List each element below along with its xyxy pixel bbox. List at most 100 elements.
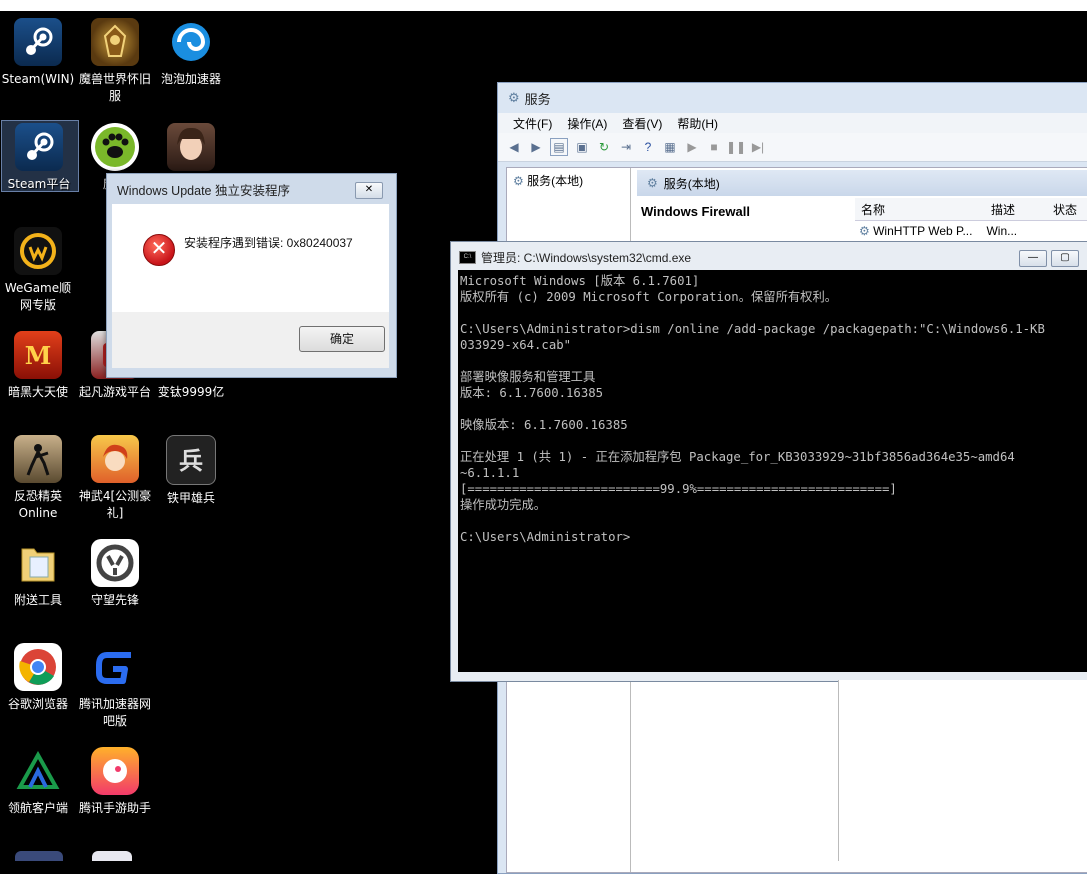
stop-icon[interactable]: ■	[706, 139, 722, 155]
services-titlebar[interactable]: ⚙ 服务	[498, 83, 1087, 113]
pause-icon[interactable]: ❚❚	[726, 139, 746, 155]
window-title: 管理员: C:\Windows\system32\cmd.exe	[481, 250, 692, 265]
panel-header: ⚙ 服务(本地)	[637, 170, 1087, 196]
desktop-icon-dark-archangel[interactable]: M 暗黑大天使	[0, 331, 76, 401]
maximize-button[interactable]: ▢	[1051, 250, 1079, 267]
desktop-icon-steam-platform[interactable]: Steam平台	[1, 120, 79, 193]
desktop-icon-wow-classic[interactable]: 魔兽世界怀旧服	[77, 18, 153, 105]
overwatch-icon	[91, 539, 139, 587]
tencent-accelerator-icon	[91, 643, 139, 691]
console-tree-icon[interactable]: ▤	[550, 138, 568, 156]
desktop-icon-chrome[interactable]: 谷歌浏览器	[0, 643, 76, 713]
menu-file[interactable]: 文件(F)	[513, 115, 552, 132]
desktop-icon-paopao[interactable]: 泡泡加速器	[153, 18, 229, 88]
desktop-icon-label: Steam平台	[7, 177, 71, 191]
wow-classic-icon	[91, 18, 139, 66]
console-line: C:\Users\Administrator>dism /online /add…	[460, 322, 1045, 336]
export-icon[interactable]: ⇥	[618, 139, 634, 155]
console-line: 操作成功完成。	[460, 498, 547, 512]
chrome-icon	[14, 643, 62, 691]
back-arrow-icon[interactable]: ◀	[506, 139, 522, 155]
desktop-icon-label: 守望先锋	[90, 593, 139, 607]
desktop-icon-label: WeGame顺网专版	[4, 281, 72, 312]
error-message: 安装程序遇到错误: 0x80240037	[184, 236, 353, 250]
cmd-titlebar[interactable]: C:\ 管理员: C:\Windows\system32\cmd.exe	[451, 242, 1087, 272]
column-status[interactable]: 状态	[1047, 201, 1077, 218]
console-line: 033929-x64.cab"	[460, 338, 572, 352]
desktop-icon-shenwu[interactable]: 神武4[公测豪礼]	[77, 435, 153, 522]
desktop-icon-label: 铁甲雄兵	[166, 491, 215, 505]
partial-icon	[15, 851, 63, 861]
restart-icon[interactable]: ▶|	[750, 139, 766, 155]
dialog-body: ✕ 安装程序遇到错误: 0x80240037	[112, 204, 389, 312]
toolbar: ◀ ▶ ▤ ▣ ↻ ⇥ ? ▦ ▶ ■ ❚❚ ▶|	[498, 133, 1087, 162]
dialog-footer: 确定	[112, 312, 389, 368]
gear-icon: ⚙	[513, 174, 524, 188]
desktop-icon-tiejia[interactable]: 兵 铁甲雄兵	[153, 435, 229, 507]
menu-help[interactable]: 帮助(H)	[677, 115, 718, 132]
desktop-icon-tencent-accelerator[interactable]: 腾讯加速器网吧版	[77, 643, 153, 730]
error-icon: ✕	[143, 234, 175, 266]
column-description[interactable]: 描述	[985, 201, 1047, 218]
desktop-icon-label: 领航客户端	[7, 801, 68, 815]
desktop-icon-tencent-mobile-game[interactable]: 腾讯手游助手	[77, 747, 153, 817]
paopao-accelerator-icon	[167, 18, 215, 66]
shenwu-icon	[91, 435, 139, 483]
gear-icon: ⚙	[859, 224, 870, 238]
desktop-icon-game-character[interactable]	[153, 123, 229, 176]
close-button[interactable]: ✕	[355, 182, 383, 199]
desktop-icon-label: 谷歌浏览器	[7, 697, 68, 711]
tencent-mobile-game-icon	[91, 747, 139, 795]
service-name: WinHTTP Web P...	[873, 224, 973, 238]
console-line: [==========================99.9%========…	[460, 482, 897, 496]
console-line: 版本: 6.1.7600.16385	[460, 386, 604, 400]
dark-archangel-icon: M	[14, 331, 62, 379]
desktop-icon-label: 腾讯加速器网吧版	[78, 697, 151, 728]
svg-text:M: M	[25, 341, 52, 370]
steam-icon	[14, 18, 62, 66]
cmd-icon: C:\	[459, 250, 476, 264]
desktop-icon-label: 神武4[公测豪礼]	[78, 489, 152, 520]
play-icon[interactable]: ▶	[684, 139, 700, 155]
properties-icon[interactable]: ▣	[574, 139, 590, 155]
desktop-icon-overwatch[interactable]: 守望先锋	[77, 539, 153, 609]
column-name[interactable]: 名称	[855, 201, 985, 218]
desktop-icon-label: 暗黑大天使	[7, 385, 68, 399]
windows-update-dialog[interactable]: Windows Update 独立安装程序 ✕ ✕ 安装程序遇到错误: 0x80…	[106, 173, 397, 378]
console-line: ~6.1.1.1	[460, 466, 520, 480]
view-icon[interactable]: ▦	[662, 139, 678, 155]
menu-view[interactable]: 查看(V)	[622, 115, 662, 132]
table-row[interactable]: ⚙ WinHTTP Web P... Win...	[859, 224, 1017, 238]
desktop-icon-csol[interactable]: 反恐精英Online	[0, 435, 76, 522]
forward-arrow-icon[interactable]: ▶	[528, 139, 544, 155]
minimize-button[interactable]: —	[1019, 250, 1047, 267]
cmd-window[interactable]: C:\ 管理员: C:\Windows\system32\cmd.exe — ▢…	[450, 241, 1087, 682]
window-title: 服务	[524, 91, 551, 107]
desktop-icon-steam-win[interactable]: Steam(WIN)	[0, 18, 76, 88]
desktop-icon-wegame[interactable]: WeGame顺网专版	[0, 227, 76, 314]
steam-icon	[15, 123, 63, 171]
desktop-icon-label: 泡泡加速器	[160, 72, 221, 86]
help-icon[interactable]: ?	[640, 139, 656, 155]
console-line: 映像版本: 6.1.7600.16385	[460, 418, 628, 432]
desktop-icon-tools-folder[interactable]: 附送工具	[0, 539, 76, 609]
desktop-icon-label: 附送工具	[13, 593, 62, 607]
selected-service-name: Windows Firewall	[641, 204, 750, 219]
ok-button[interactable]: 确定	[299, 326, 385, 352]
desktop-icon-linghang[interactable]: 领航客户端	[0, 747, 76, 817]
console-line: C:\Users\Administrator>	[460, 530, 631, 544]
desktop-icon-label: 变钛9999亿	[157, 385, 225, 399]
dialog-title: Windows Update 独立安装程序	[117, 183, 290, 198]
console-output[interactable]: Microsoft Windows [版本 6.1.7601] 版权所有 (c) …	[458, 270, 1087, 672]
refresh-icon[interactable]: ↻	[596, 139, 612, 155]
console-line: Microsoft Windows [版本 6.1.7601]	[460, 274, 700, 288]
linghang-icon	[14, 747, 62, 795]
svg-text:兵: 兵	[179, 446, 203, 475]
menu-action[interactable]: 操作(A)	[567, 115, 607, 132]
column-headers: 名称 描述 状态	[855, 198, 1087, 221]
tree-item-services-local[interactable]: 服务(本地)	[527, 174, 583, 188]
console-line: 正在处理 1 (共 1) - 正在添加程序包 Package_for_KB303…	[460, 450, 1015, 464]
wegame-icon	[14, 227, 62, 275]
